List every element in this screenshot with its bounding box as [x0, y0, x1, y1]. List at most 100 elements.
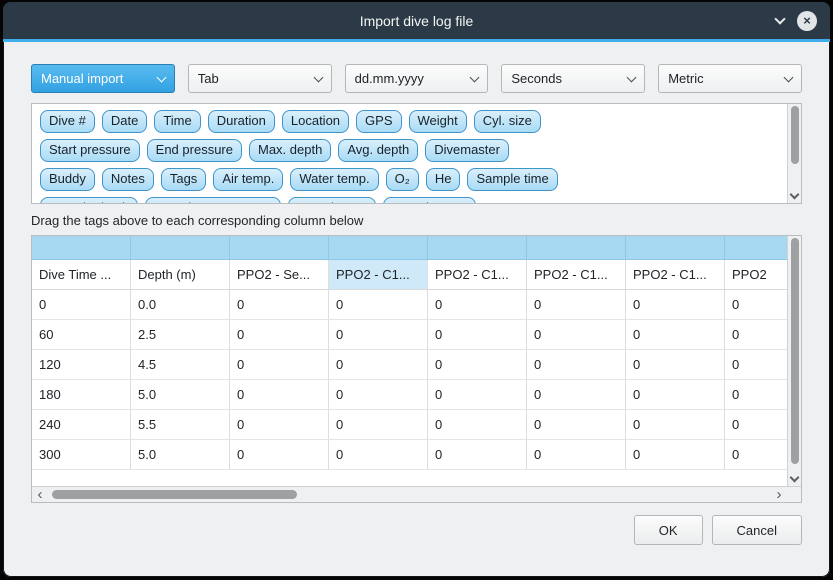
import-dialog-window: Import dive log file × Manual import Tab…	[3, 2, 830, 577]
chevron-right-icon[interactable]: ›	[771, 488, 787, 502]
tag-row-clipped: Sample depth Sample temperature Sample p…	[40, 197, 793, 204]
column-header[interactable]: PPO2 - Se...	[230, 260, 329, 289]
column-header[interactable]: PPO2 - C1...	[329, 260, 428, 289]
scrollbar-thumb[interactable]	[52, 490, 297, 499]
tag-tags[interactable]: Tags	[161, 168, 206, 191]
drop-target-cell[interactable]	[32, 236, 131, 259]
drop-target-cell[interactable]	[626, 236, 725, 259]
table-cell: 0	[428, 290, 527, 319]
tag-sample-depth[interactable]: Sample depth	[40, 197, 138, 204]
tag-divemaster[interactable]: Divemaster	[425, 139, 509, 162]
table-cell: 0	[725, 410, 787, 439]
tag-air-temp[interactable]: Air temp.	[213, 168, 283, 191]
combo-field-separator[interactable]: Tab	[188, 64, 332, 93]
chevron-down-icon	[313, 72, 323, 82]
tag-avg-depth[interactable]: Avg. depth	[338, 139, 418, 162]
tag-list-scrollbar[interactable]	[787, 104, 801, 203]
drop-target-cell[interactable]	[131, 236, 230, 259]
chevron-down-icon[interactable]	[790, 190, 800, 200]
table-cell: 0	[329, 410, 428, 439]
table-cell: 0	[626, 350, 725, 379]
drop-target-cell[interactable]	[329, 236, 428, 259]
import-options-row: Manual import Tab dd.mm.yyyy Seconds Met…	[31, 64, 802, 93]
table-cell: 5.0	[131, 440, 230, 469]
tag-max-depth[interactable]: Max. depth	[249, 139, 331, 162]
table-cell: 0	[428, 350, 527, 379]
chevron-down-icon	[470, 72, 480, 82]
tag-time[interactable]: Time	[154, 110, 200, 133]
tag-weight[interactable]: Weight	[409, 110, 467, 133]
combo-value: dd.mm.yyyy	[355, 71, 424, 86]
close-icon[interactable]: ×	[797, 11, 817, 31]
combo-import-mode[interactable]: Manual import	[31, 64, 175, 93]
table-cell: 0	[230, 440, 329, 469]
table-cell: 0	[527, 350, 626, 379]
column-header[interactable]: PPO2	[725, 260, 787, 289]
drop-target-cell[interactable]	[230, 236, 329, 259]
table-cell: 0	[527, 290, 626, 319]
tag-buddy[interactable]: Buddy	[40, 168, 95, 191]
tag-end-pressure[interactable]: End pressure	[147, 139, 242, 162]
window-title: Import dive log file	[360, 13, 474, 29]
scrollbar-track[interactable]	[48, 487, 771, 502]
table-vertical-scrollbar[interactable]	[787, 236, 801, 486]
chevron-down-icon	[627, 72, 637, 82]
combo-date-format[interactable]: dd.mm.yyyy	[345, 64, 489, 93]
tag-sample-cns[interactable]: Sample CNS	[383, 197, 476, 204]
tag-he[interactable]: He	[426, 168, 461, 191]
table-cell: 2.5	[131, 320, 230, 349]
chevron-left-icon[interactable]: ‹	[32, 488, 48, 502]
chevron-down-icon	[784, 72, 794, 82]
ok-button[interactable]: OK	[634, 515, 703, 545]
scrollbar-corner	[787, 486, 801, 502]
tag-row: Buddy Notes Tags Air temp. Water temp. O…	[40, 168, 793, 191]
tag-duration[interactable]: Duration	[208, 110, 275, 133]
dialog-button-row: OK Cancel	[31, 515, 802, 545]
tag-start-pressure[interactable]: Start pressure	[40, 139, 140, 162]
table-cell: 0	[329, 380, 428, 409]
tag-sample-temperature[interactable]: Sample temperature	[145, 197, 281, 204]
table-cell: 300	[32, 440, 131, 469]
table-row: 120 4.5 0 0 0 0 0 0	[32, 350, 787, 380]
chevron-down-icon[interactable]	[790, 473, 800, 483]
tag-o2[interactable]: O₂	[386, 168, 419, 191]
table-cell: 0	[626, 440, 725, 469]
column-header[interactable]: PPO2 - C1...	[428, 260, 527, 289]
cancel-button[interactable]: Cancel	[712, 515, 802, 545]
table-cell: 4.5	[131, 350, 230, 379]
drop-target-cell[interactable]	[527, 236, 626, 259]
combo-units[interactable]: Metric	[658, 64, 802, 93]
tag-gps[interactable]: GPS	[356, 110, 401, 133]
column-header[interactable]: PPO2 - C1...	[626, 260, 725, 289]
shade-chevron-down-icon[interactable]	[774, 13, 785, 24]
tag-list-panel: Dive # Date Time Duration Location GPS W…	[31, 103, 802, 204]
table-cell: 0	[230, 320, 329, 349]
tag-date[interactable]: Date	[102, 110, 147, 133]
table-horizontal-scrollbar[interactable]: ‹ ›	[32, 486, 787, 502]
column-header[interactable]: PPO2 - C1...	[527, 260, 626, 289]
column-header[interactable]: Depth (m)	[131, 260, 230, 289]
table-row: 0 0.0 0 0 0 0 0 0	[32, 290, 787, 320]
table-header-row: Dive Time ... Depth (m) PPO2 - Se... PPO…	[32, 260, 787, 290]
table-cell: 0	[527, 440, 626, 469]
column-header[interactable]: Dive Time ...	[32, 260, 131, 289]
tag-row: Start pressure End pressure Max. depth A…	[40, 139, 793, 162]
table-cell: 0	[329, 350, 428, 379]
drop-target-cell[interactable]	[428, 236, 527, 259]
table-cell: 0	[329, 320, 428, 349]
combo-duration-format[interactable]: Seconds	[501, 64, 645, 93]
tag-location[interactable]: Location	[282, 110, 349, 133]
table-row: 240 5.5 0 0 0 0 0 0	[32, 410, 787, 440]
scrollbar-thumb[interactable]	[791, 238, 799, 464]
table-cell: 0	[230, 410, 329, 439]
titlebar[interactable]: Import dive log file ×	[3, 2, 830, 39]
tag-water-temp[interactable]: Water temp.	[290, 168, 378, 191]
tag-sample-time[interactable]: Sample time	[467, 168, 557, 191]
scrollbar-thumb[interactable]	[791, 106, 799, 164]
tag-dive-number[interactable]: Dive #	[40, 110, 95, 133]
tag-notes[interactable]: Notes	[102, 168, 154, 191]
tag-sample-po2[interactable]: Sample pO₂	[288, 197, 376, 204]
table-cell: 0	[428, 410, 527, 439]
drop-target-cell[interactable]	[725, 236, 787, 259]
tag-cyl-size[interactable]: Cyl. size	[474, 110, 541, 133]
